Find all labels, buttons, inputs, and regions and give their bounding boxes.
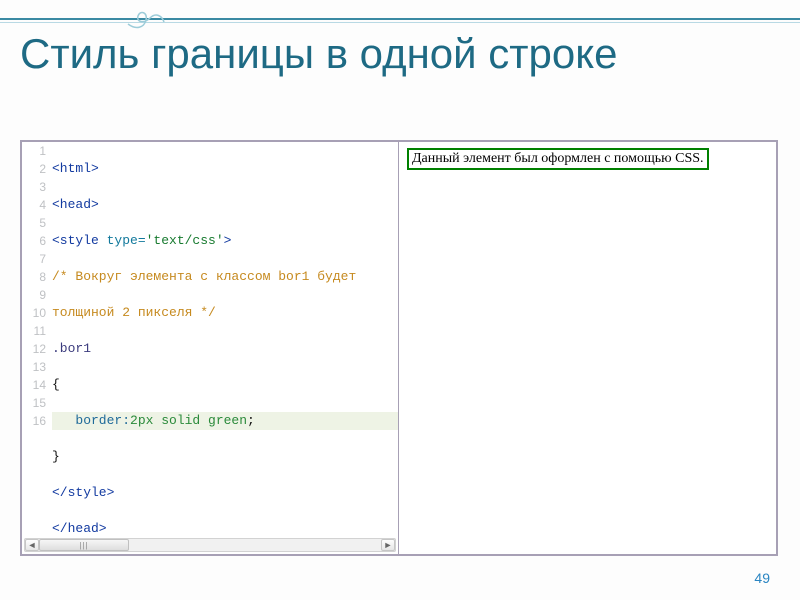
scroll-right-button[interactable]: ► (381, 539, 395, 551)
slide: Стиль границы в одной строке 1 2 3 4 5 6… (0, 0, 800, 600)
preview-bordered-box: Данный элемент был оформлен с помощью CS… (407, 148, 709, 170)
preview-pane: Данный элемент был оформлен с помощью CS… (399, 142, 776, 554)
scroll-left-button[interactable]: ◄ (25, 539, 39, 551)
slide-title: Стиль границы в одной строке (20, 30, 780, 78)
scroll-thumb[interactable]: ||| (39, 539, 129, 551)
scroll-track[interactable]: ||| (39, 539, 381, 551)
decor-line (0, 18, 800, 20)
swirl-icon (126, 4, 166, 32)
page-number: 49 (754, 570, 770, 586)
line-gutter: 1 2 3 4 5 6 7 8 9 10 11 12 13 14 15 16 (22, 142, 52, 538)
split-editor: 1 2 3 4 5 6 7 8 9 10 11 12 13 14 15 16 (20, 140, 778, 556)
decor-line-thin (0, 22, 800, 23)
code-pane[interactable]: 1 2 3 4 5 6 7 8 9 10 11 12 13 14 15 16 (22, 142, 399, 554)
h-scrollbar[interactable]: ◄ ||| ► (24, 538, 396, 552)
code-body[interactable]: <html> <head> <style type='text/css'> /*… (52, 142, 398, 538)
